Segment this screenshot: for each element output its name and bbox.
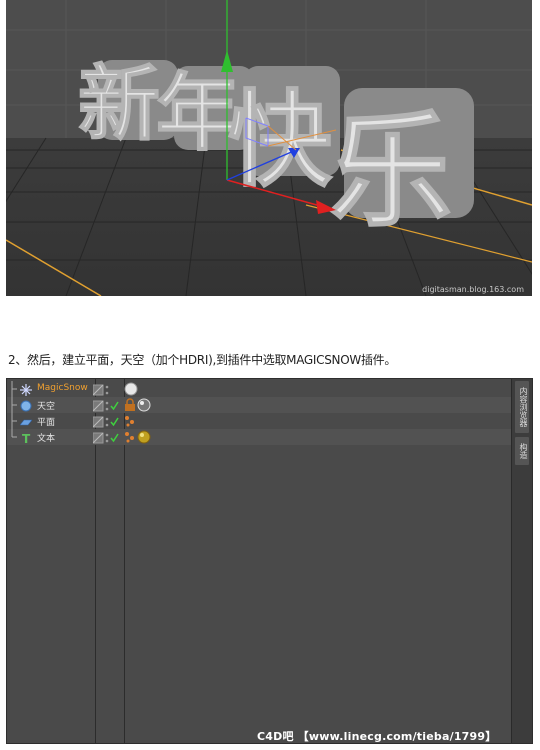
tree-connector	[9, 397, 17, 413]
tag-list	[124, 382, 139, 396]
text3d-char: 快	[228, 79, 333, 201]
tag-list	[124, 398, 152, 412]
gold-material-tag-icon[interactable]	[137, 430, 151, 449]
plane-icon	[19, 415, 33, 427]
visibility-flags[interactable]	[92, 399, 119, 412]
object-row[interactable]: 平面	[7, 413, 512, 429]
tag-list	[124, 430, 152, 444]
text3d-char: 乐	[328, 100, 452, 244]
3d-viewport[interactable]: 新 年 快 乐 digitasman.blog.163.com	[6, 0, 532, 296]
svg-text:T: T	[22, 432, 31, 444]
tree-connector	[9, 381, 17, 397]
texture-tag-icon[interactable]	[124, 430, 136, 449]
sky-sphere-icon	[20, 399, 32, 412]
watermark: digitasman.blog.163.com	[422, 285, 524, 294]
tree-connector	[9, 429, 17, 445]
forum-watermark: C4D吧 【www.linecg.com/tieba/1799】	[257, 730, 497, 743]
object-name[interactable]: 平面	[37, 415, 55, 428]
visibility-flags[interactable]	[92, 431, 119, 444]
object-row[interactable]: 天空	[7, 397, 512, 413]
tab-content-browser[interactable]: 内容浏览器	[515, 381, 529, 433]
step-instruction: 2、然后，建立平面，天空（加个HDRI),到插件中选取MAGICSNOW插件。	[8, 353, 397, 367]
side-tab-bar: 内容浏览器 构造	[511, 379, 532, 743]
visibility-flags[interactable]	[92, 383, 119, 396]
text3d-char: 新	[78, 57, 160, 152]
tab-structure[interactable]: 构造	[515, 437, 529, 465]
y-axis-arrow	[221, 50, 233, 72]
tag-list	[124, 414, 137, 428]
tree-connector	[9, 413, 17, 429]
object-name[interactable]: 天空	[37, 399, 55, 412]
object-row[interactable]: T 文本	[7, 429, 512, 446]
object-name[interactable]: 文本	[37, 431, 55, 444]
visibility-flags[interactable]	[92, 415, 119, 428]
text-t-icon: T	[20, 431, 32, 446]
viewport-scene: 新 年 快 乐	[6, 0, 532, 296]
object-manager[interactable]: MagicSnow 天空平面 T 文本 内容浏览器 构造 C4D吧 【www.line…	[6, 378, 533, 744]
snowflake-icon	[20, 383, 32, 396]
object-name[interactable]: MagicSnow	[37, 383, 88, 393]
object-row[interactable]: MagicSnow	[7, 381, 512, 397]
